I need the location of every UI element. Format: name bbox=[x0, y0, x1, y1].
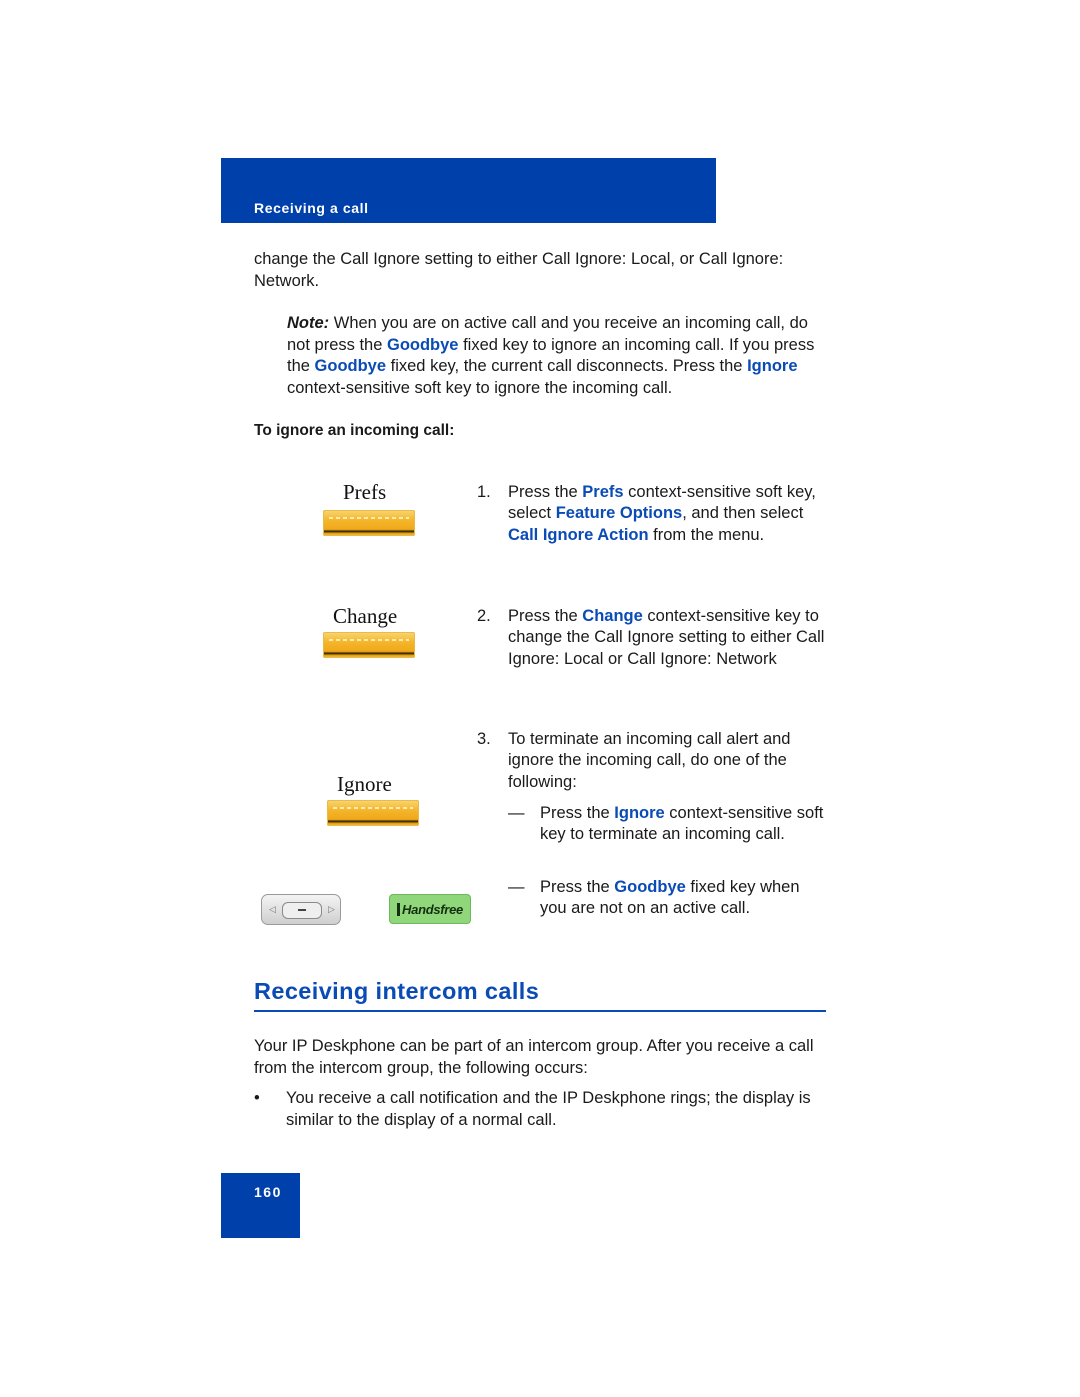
header-title: Receiving a call bbox=[254, 200, 369, 216]
header-bar: Receiving a call bbox=[221, 158, 716, 223]
change-ref: Change bbox=[582, 607, 643, 625]
goodbye-ref: Goodbye bbox=[614, 878, 686, 896]
ignore-key-label: Ignore bbox=[337, 772, 392, 796]
goodbye-key-ref: Goodbye bbox=[314, 357, 387, 375]
goodbye-key-ref: Goodbye bbox=[386, 335, 459, 354]
enter-key-icon bbox=[282, 902, 322, 919]
note-paragraph: Note: When you are on active call and yo… bbox=[287, 314, 815, 397]
handsfree-key-icon: Handsfree bbox=[389, 894, 471, 924]
call-ignore-action-ref: Call Ignore Action bbox=[508, 525, 649, 544]
ignore-ref: Ignore bbox=[614, 804, 665, 822]
section-title: Receiving intercom calls bbox=[254, 978, 540, 1004]
ignore-key-ref: Ignore bbox=[747, 357, 798, 375]
navigation-cluster-icon: ◁ ▷ bbox=[261, 894, 341, 925]
section-divider bbox=[254, 1010, 826, 1012]
prefs-ref: Prefs bbox=[582, 483, 624, 501]
prefs-key-label: Prefs bbox=[343, 480, 387, 504]
change-key-label: Change bbox=[333, 604, 398, 628]
feature-options-ref: Feature Options bbox=[555, 504, 683, 523]
page-number-box: 160 bbox=[221, 1173, 300, 1238]
intro-paragraph: change the Call Ignore setting to either… bbox=[254, 250, 784, 290]
procedure-heading: To ignore an incoming call: bbox=[254, 422, 455, 439]
change-softkey-icon bbox=[323, 632, 415, 658]
note-label: Note: bbox=[287, 314, 330, 332]
ignore-softkey-icon bbox=[327, 800, 419, 826]
prefs-softkey-icon bbox=[323, 510, 415, 536]
page-number: 160 bbox=[254, 1184, 282, 1200]
section-body: Your IP Deskphone can be part of an inte… bbox=[254, 1037, 814, 1077]
bullet-icon: • bbox=[254, 1089, 260, 1107]
right-arrow-icon: ▷ bbox=[328, 904, 335, 914]
left-arrow-icon: ◁ bbox=[269, 904, 276, 914]
